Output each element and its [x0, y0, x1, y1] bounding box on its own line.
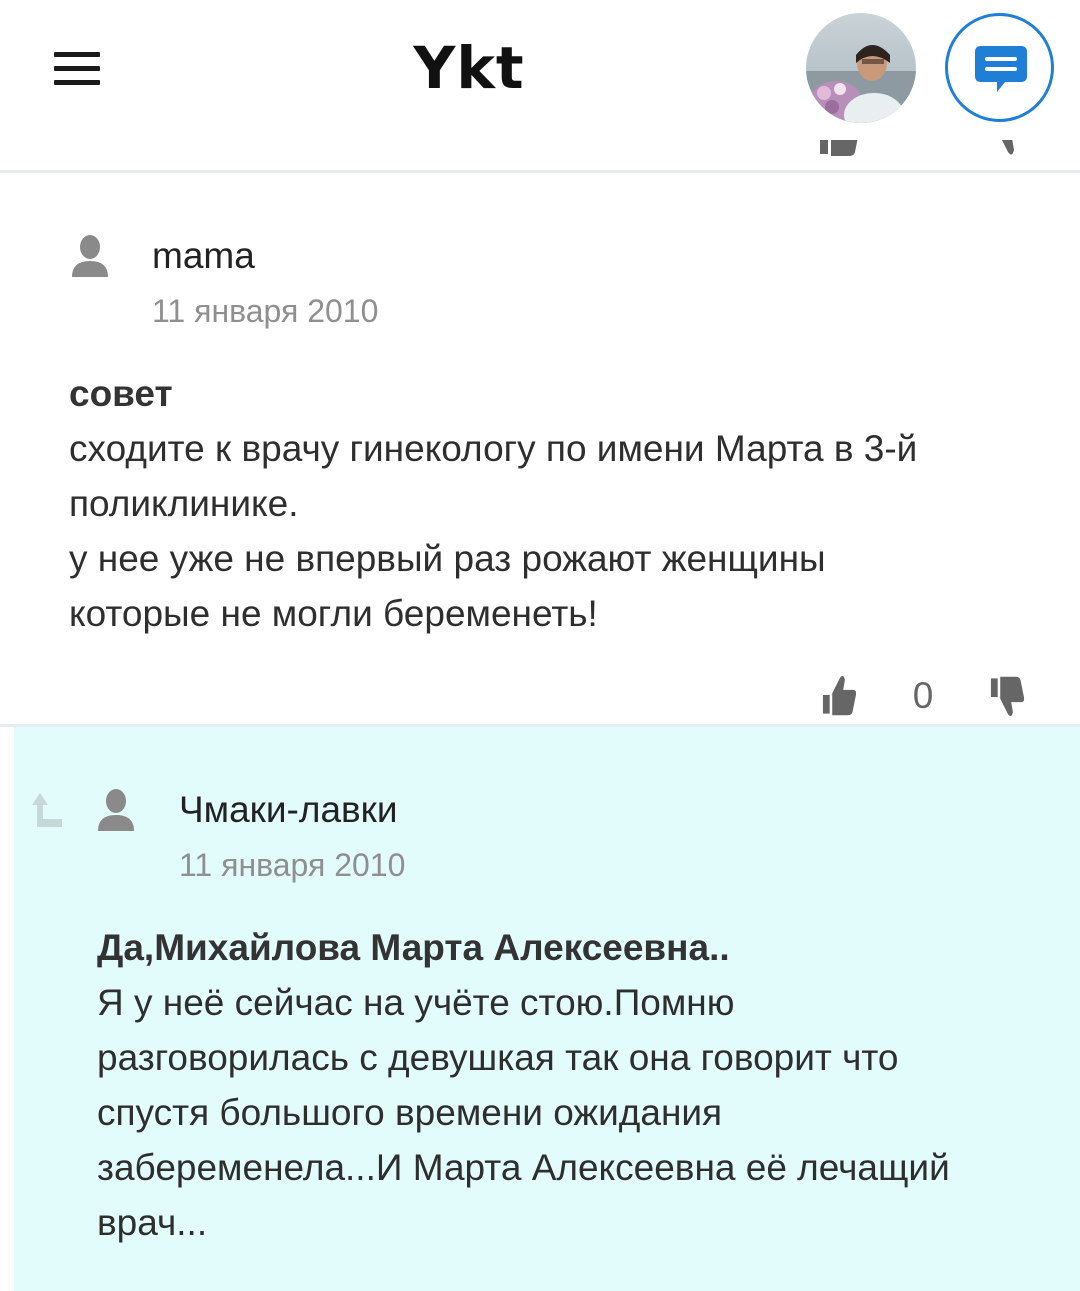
comment-author[interactable]: mama	[152, 235, 255, 277]
chat-button[interactable]	[945, 13, 1054, 122]
comment-line: у нее уже не впервый раз рожают женщины	[69, 538, 826, 579]
comment-line: сходите к врачу гинекологу по имени Март…	[69, 428, 918, 469]
user-icon	[98, 789, 134, 831]
comment-line: спустя большого времени ожидания	[97, 1092, 723, 1133]
thumbs-up-icon[interactable]	[818, 673, 860, 717]
reply-arrow-icon	[32, 793, 62, 827]
user-icon	[72, 235, 108, 277]
chat-bubble-icon	[975, 46, 1027, 92]
comment-date: 11 января 2010	[179, 847, 406, 883]
comment-title: Да,Михайлова Марта Алексеевна..	[97, 927, 730, 968]
comment-score: 0	[912, 675, 934, 716]
comment-line: забеременела...И Марта Алексеевна её леч…	[97, 1147, 950, 1188]
comment-line: Я у неё сейчас на учёте стою.Помню	[97, 982, 735, 1023]
comment-date: 11 января 2010	[152, 293, 379, 329]
comment-line: врач...	[97, 1202, 208, 1243]
thumbs-down-icon[interactable]	[986, 675, 1028, 719]
top-bar: Ykt	[0, 0, 1080, 140]
comment-body: Да,Михайлова Марта Алексеевна.. Я у неё …	[97, 920, 1067, 1250]
hamburger-menu-icon[interactable]	[54, 50, 100, 86]
site-logo[interactable]: Ykt	[404, 34, 534, 102]
comment-author[interactable]: Чмаки-лавки	[179, 789, 398, 831]
comment-line: разговорилась с девушкая так она говорит…	[97, 1037, 899, 1078]
comment-body: совет сходите к врачу гинекологу по имен…	[69, 366, 1029, 641]
comment-title: совет	[69, 373, 173, 414]
reply-comment-item: Чмаки-лавки 11 января 2010 Да,Михайлова …	[14, 727, 1080, 1291]
comment-line: которые не могли беременеть!	[69, 593, 598, 634]
comment-line: поликлинике.	[69, 483, 299, 524]
user-avatar[interactable]	[806, 13, 916, 123]
comment-item: mama 11 января 2010 совет сходите к врач…	[0, 173, 1080, 724]
comment-rating: 0	[0, 673, 1080, 723]
